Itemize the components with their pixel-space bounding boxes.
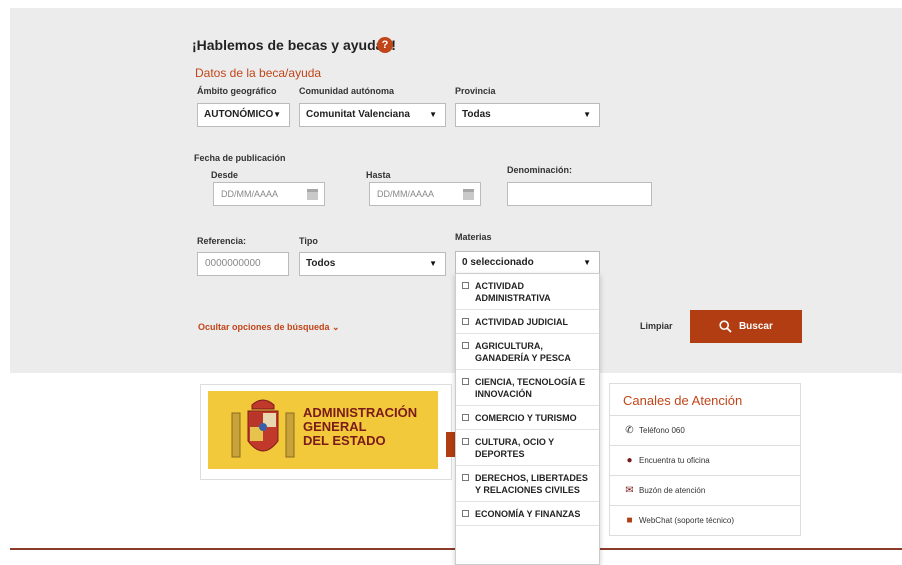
- list-item[interactable]: AGRICULTURA, GANADERÍA Y PESCA: [456, 334, 599, 370]
- desde-placeholder: DD/MM/AAAA: [221, 189, 279, 199]
- channel-mailbox[interactable]: ✉ Buzón de atención: [610, 475, 800, 505]
- calendar-icon[interactable]: [307, 189, 318, 200]
- tipo-value: Todos: [306, 258, 336, 269]
- materias-select[interactable]: 0 seleccionado ▼: [455, 251, 600, 275]
- channel-phone[interactable]: ✆ Teléfono 060: [610, 415, 800, 445]
- ambito-label: Ámbito geográfico: [197, 86, 277, 96]
- comunidad-value: Comunitat Valenciana: [306, 109, 410, 120]
- mail-icon: ✉: [625, 485, 634, 496]
- checkbox[interactable]: [462, 474, 469, 481]
- chat-icon: ■: [626, 515, 633, 526]
- coat-of-arms-icon: [231, 399, 295, 458]
- comunidad-label: Comunidad autónoma: [299, 86, 394, 96]
- channel-webchat[interactable]: ■ WebChat (soporte técnico): [610, 505, 800, 535]
- list-item[interactable]: ACTIVIDAD JUDICIAL: [456, 310, 599, 334]
- page-title: ¡Hablemos de becas y ayudas!: [192, 37, 396, 53]
- help-icon[interactable]: ?: [377, 37, 393, 53]
- comunidad-select[interactable]: Comunitat Valenciana ▼: [299, 103, 446, 127]
- chevron-down-icon: ▼: [273, 110, 281, 119]
- checkbox[interactable]: [462, 342, 469, 349]
- channel-office[interactable]: ● Encuentra tu oficina: [610, 445, 800, 475]
- list-item[interactable]: ECONOMÍA Y FINANZAS: [456, 502, 599, 526]
- phone-icon: ✆: [625, 425, 634, 436]
- list-item[interactable]: ACTIVIDAD ADMINISTRATIVA: [456, 274, 599, 310]
- chevron-down-icon: ▼: [583, 110, 591, 119]
- search-icon: [719, 320, 732, 333]
- list-item[interactable]: CULTURA, OCIO Y DEPORTES: [456, 430, 599, 466]
- denominacion-input[interactable]: [507, 182, 652, 206]
- hasta-label: Hasta: [366, 170, 391, 180]
- desde-label: Desde: [211, 170, 239, 180]
- provincia-select[interactable]: Todas ▼: [455, 103, 600, 127]
- referencia-input[interactable]: 0000000000: [197, 252, 289, 276]
- hasta-date-input[interactable]: DD/MM/AAAA: [369, 182, 481, 206]
- checkbox[interactable]: [462, 510, 469, 517]
- location-pin-icon: ●: [626, 455, 633, 466]
- list-item[interactable]: COMERCIO Y TURISMO: [456, 406, 599, 430]
- search-button-label: Buscar: [738, 321, 773, 332]
- checkbox[interactable]: [462, 318, 469, 325]
- ambito-select[interactable]: AUTONÓMICO ▼: [197, 103, 290, 127]
- materias-label: Materias: [455, 232, 492, 242]
- list-item[interactable]: CIENCIA, TECNOLOGÍA E INNOVACIÓN: [456, 370, 599, 406]
- logo-text: ADMINISTRACIÓN GENERAL DEL ESTADO: [303, 405, 418, 448]
- ambito-value: AUTONÓMICO: [204, 109, 274, 120]
- provincia-label: Provincia: [455, 86, 496, 96]
- search-button[interactable]: Buscar: [690, 310, 802, 343]
- section-title: Datos de la beca/ayuda: [195, 66, 322, 80]
- channels-title: Canales de Atención: [623, 393, 743, 408]
- chevron-down-icon: ⌄: [332, 322, 340, 332]
- hide-options-link[interactable]: Ocultar opciones de búsqueda ⌄: [198, 322, 340, 333]
- clear-button[interactable]: Limpiar: [640, 321, 673, 331]
- provincia-value: Todas: [462, 109, 491, 120]
- chevron-down-icon: ▼: [429, 110, 437, 119]
- checkbox[interactable]: [462, 438, 469, 445]
- chevron-down-icon: ▼: [429, 259, 437, 268]
- list-item[interactable]: DERECHOS, LIBERTADES Y RELACIONES CIVILE…: [456, 466, 599, 502]
- materias-value: 0 seleccionado: [462, 257, 534, 268]
- chevron-down-icon: ▼: [583, 258, 591, 267]
- tipo-select[interactable]: Todos ▼: [299, 252, 446, 276]
- hasta-placeholder: DD/MM/AAAA: [377, 189, 435, 199]
- tipo-label: Tipo: [299, 236, 318, 246]
- checkbox[interactable]: [462, 414, 469, 421]
- checkbox[interactable]: [462, 282, 469, 289]
- referencia-label: Referencia:: [197, 236, 247, 246]
- checkbox[interactable]: [462, 378, 469, 385]
- desde-date-input[interactable]: DD/MM/AAAA: [213, 182, 325, 206]
- denominacion-label: Denominación:: [507, 165, 573, 175]
- fecha-label: Fecha de publicación: [194, 153, 286, 163]
- calendar-icon[interactable]: [463, 189, 474, 200]
- materias-dropdown[interactable]: ACTIVIDAD ADMINISTRATIVA ACTIVIDAD JUDIC…: [455, 273, 600, 565]
